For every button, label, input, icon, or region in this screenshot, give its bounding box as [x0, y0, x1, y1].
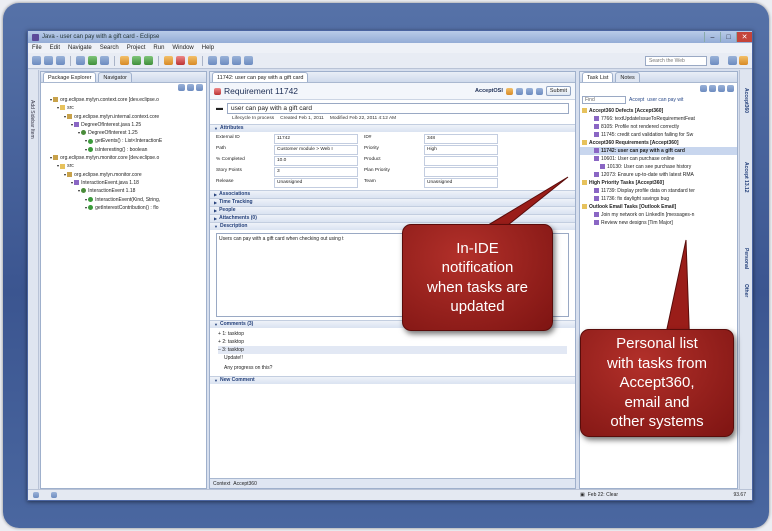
- ide-callout-text: In-IDE notification when tasks are updat…: [427, 239, 528, 316]
- personal-callout-text: Personal list with tasks from Accept360,…: [606, 335, 708, 431]
- personal-list-callout: Personal list with tasks from Accept360,…: [580, 329, 734, 437]
- ide-notification-callout: In-IDE notification when tasks are updat…: [402, 224, 553, 331]
- callout-pointers: [424, 176, 691, 353]
